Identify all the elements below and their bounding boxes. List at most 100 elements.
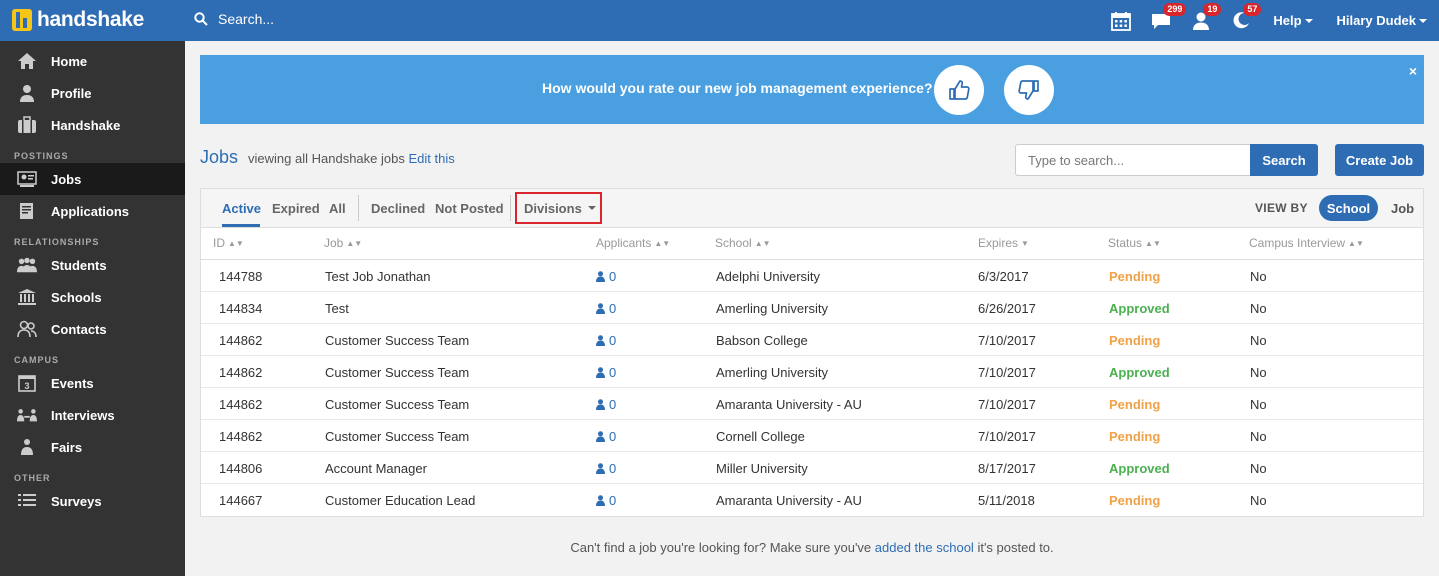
- column-header-id[interactable]: ID ▲▼: [213, 236, 244, 250]
- chevron-down-icon: [1419, 18, 1427, 23]
- table-row[interactable]: 144667 Customer Education Lead 0 Amaranta U…: [201, 484, 1423, 516]
- thumbs-down-button[interactable]: [1004, 65, 1054, 115]
- view-by-job-toggle[interactable]: Job: [1391, 201, 1414, 216]
- table-row[interactable]: 144862 Customer Success Team 0 Babson Colle…: [201, 324, 1423, 356]
- job-id: 144834: [219, 301, 263, 316]
- applicants-count-link[interactable]: 0: [596, 301, 616, 316]
- divisions-dropdown[interactable]: Divisions: [515, 192, 602, 224]
- messages-button[interactable]: 299: [1141, 0, 1187, 41]
- job-id: 144862: [219, 333, 263, 348]
- user-icon: [596, 495, 605, 506]
- applicants-count-link[interactable]: 0: [596, 333, 616, 348]
- tab-active[interactable]: Active: [222, 201, 261, 216]
- calendar-icon: [1111, 11, 1132, 31]
- feedback-banner: How would you rate our new job managemen…: [200, 55, 1424, 124]
- user-requests-button[interactable]: 19: [1181, 0, 1222, 41]
- notifications-button[interactable]: 57: [1221, 0, 1262, 41]
- sidebar-item-handshake[interactable]: Handshake: [0, 109, 185, 141]
- applicants-count-link[interactable]: 0: [596, 493, 616, 508]
- table-row[interactable]: 144806 Account Manager 0 Miller University 8…: [201, 452, 1423, 484]
- table-row[interactable]: 144862 Customer Success Team 0 Cornell Coll…: [201, 420, 1423, 452]
- create-job-button[interactable]: Create Job: [1335, 144, 1424, 176]
- expires-date: 8/17/2017: [978, 461, 1036, 476]
- job-title-link[interactable]: Customer Success Team: [325, 365, 469, 380]
- table-row[interactable]: 144788 Test Job Jonathan 0 Adelphi Universi…: [201, 260, 1423, 292]
- user-icon: [596, 335, 605, 346]
- sidebar-item-interviews[interactable]: Interviews: [0, 399, 185, 431]
- sidebar-item-home[interactable]: Home: [0, 45, 185, 77]
- column-header-applicants[interactable]: Applicants ▲▼: [596, 236, 670, 250]
- table-row[interactable]: 144862 Customer Success Team 0 Amaranta Uni…: [201, 388, 1423, 420]
- edit-this-link[interactable]: Edit this: [408, 151, 454, 166]
- global-search[interactable]: Search...: [194, 11, 274, 27]
- job-id: 144862: [219, 429, 263, 444]
- footer-text: Can't find a job you're looking for? Mak…: [570, 540, 872, 555]
- expires-date: 5/11/2018: [978, 493, 1035, 508]
- sort-icon: ▲▼: [1145, 238, 1161, 248]
- applicants-count-link[interactable]: 0: [596, 397, 616, 412]
- sidebar-item-label: Profile: [51, 85, 92, 101]
- job-title-link[interactable]: Test: [325, 301, 349, 316]
- status-badge: Approved: [1109, 301, 1170, 316]
- applicants-count-link[interactable]: 0: [596, 429, 616, 444]
- help-menu[interactable]: Help: [1261, 13, 1324, 28]
- sidebar-item-contacts[interactable]: Contacts: [0, 313, 185, 345]
- page-title: Jobs: [200, 147, 239, 167]
- user-icon: [596, 399, 605, 410]
- job-title-link[interactable]: Customer Success Team: [325, 429, 469, 444]
- applicants-count-link[interactable]: 0: [596, 461, 616, 476]
- applicants-count-link[interactable]: 0: [596, 269, 616, 284]
- job-search-input[interactable]: [1015, 144, 1250, 176]
- sidebar-item-fairs[interactable]: Fairs: [0, 431, 185, 463]
- sidebar-item-schools[interactable]: Schools: [0, 281, 185, 313]
- sidebar-item-students[interactable]: Students: [0, 249, 185, 281]
- view-by-school-toggle[interactable]: School: [1319, 195, 1378, 221]
- job-title-link[interactable]: Customer Success Team: [325, 397, 469, 412]
- added-the-school-link[interactable]: added the school: [875, 540, 974, 555]
- tab-declined[interactable]: Declined: [371, 201, 425, 216]
- applicants-count: 0: [609, 365, 617, 380]
- sidebar-item-profile[interactable]: Profile: [0, 77, 185, 109]
- sidebar-item-jobs[interactable]: Jobs: [0, 163, 185, 195]
- calendar-button[interactable]: [1101, 0, 1141, 41]
- column-header-campus-interview[interactable]: Campus Interview ▲▼: [1249, 236, 1364, 250]
- sidebar-item-events[interactable]: 3 Events: [0, 367, 185, 399]
- tab-all[interactable]: All: [329, 201, 346, 216]
- close-banner-button[interactable]: ×: [1409, 63, 1417, 79]
- campus-interview-value: No: [1250, 493, 1267, 508]
- expires-date: 6/3/2017: [978, 269, 1029, 284]
- sidebar-item-applications[interactable]: Applications: [0, 195, 185, 227]
- search-button[interactable]: Search: [1250, 144, 1318, 176]
- applicants-count: 0: [609, 333, 617, 348]
- active-tab-indicator: [222, 224, 260, 227]
- table-row[interactable]: 144834 Test 0 Amerling University 6/26/2017 A…: [201, 292, 1423, 324]
- user-menu[interactable]: Hilary Dudek: [1325, 13, 1439, 28]
- status-badge: Approved: [1109, 365, 1170, 380]
- surveys-icon: [17, 492, 37, 510]
- school-name: Adelphi University: [716, 269, 821, 284]
- column-header-job[interactable]: Job ▲▼: [324, 236, 362, 250]
- school-icon: [17, 288, 37, 306]
- handshake-logo[interactable]: handshake: [12, 8, 144, 32]
- jobs-panel: Active Expired All Declined Not Posted D…: [200, 188, 1424, 517]
- user-requests-badge: 19: [1203, 3, 1222, 16]
- sidebar-item-label: Surveys: [51, 493, 102, 509]
- footer-note: Can't find a job you're looking for? Mak…: [0, 540, 1439, 555]
- school-name: Cornell College: [716, 429, 805, 444]
- job-title-link[interactable]: Test Job Jonathan: [325, 269, 431, 284]
- table-row[interactable]: 144862 Customer Success Team 0 Amerling Uni…: [201, 356, 1423, 388]
- sidebar-item-surveys[interactable]: Surveys: [0, 485, 185, 517]
- tab-not-posted[interactable]: Not Posted: [435, 201, 504, 216]
- tab-expired[interactable]: Expired: [272, 201, 320, 216]
- column-header-label: School: [715, 236, 752, 250]
- column-header-expires[interactable]: Expires ▼: [978, 236, 1029, 250]
- status-badge: Approved: [1109, 461, 1170, 476]
- column-header-school[interactable]: School ▲▼: [715, 236, 771, 250]
- calendar-icon: 3: [17, 374, 37, 392]
- job-title-link[interactable]: Customer Education Lead: [325, 493, 475, 508]
- column-header-status[interactable]: Status ▲▼: [1108, 236, 1161, 250]
- job-title-link[interactable]: Account Manager: [325, 461, 427, 476]
- thumbs-up-button[interactable]: [934, 65, 984, 115]
- job-title-link[interactable]: Customer Success Team: [325, 333, 469, 348]
- applicants-count-link[interactable]: 0: [596, 365, 616, 380]
